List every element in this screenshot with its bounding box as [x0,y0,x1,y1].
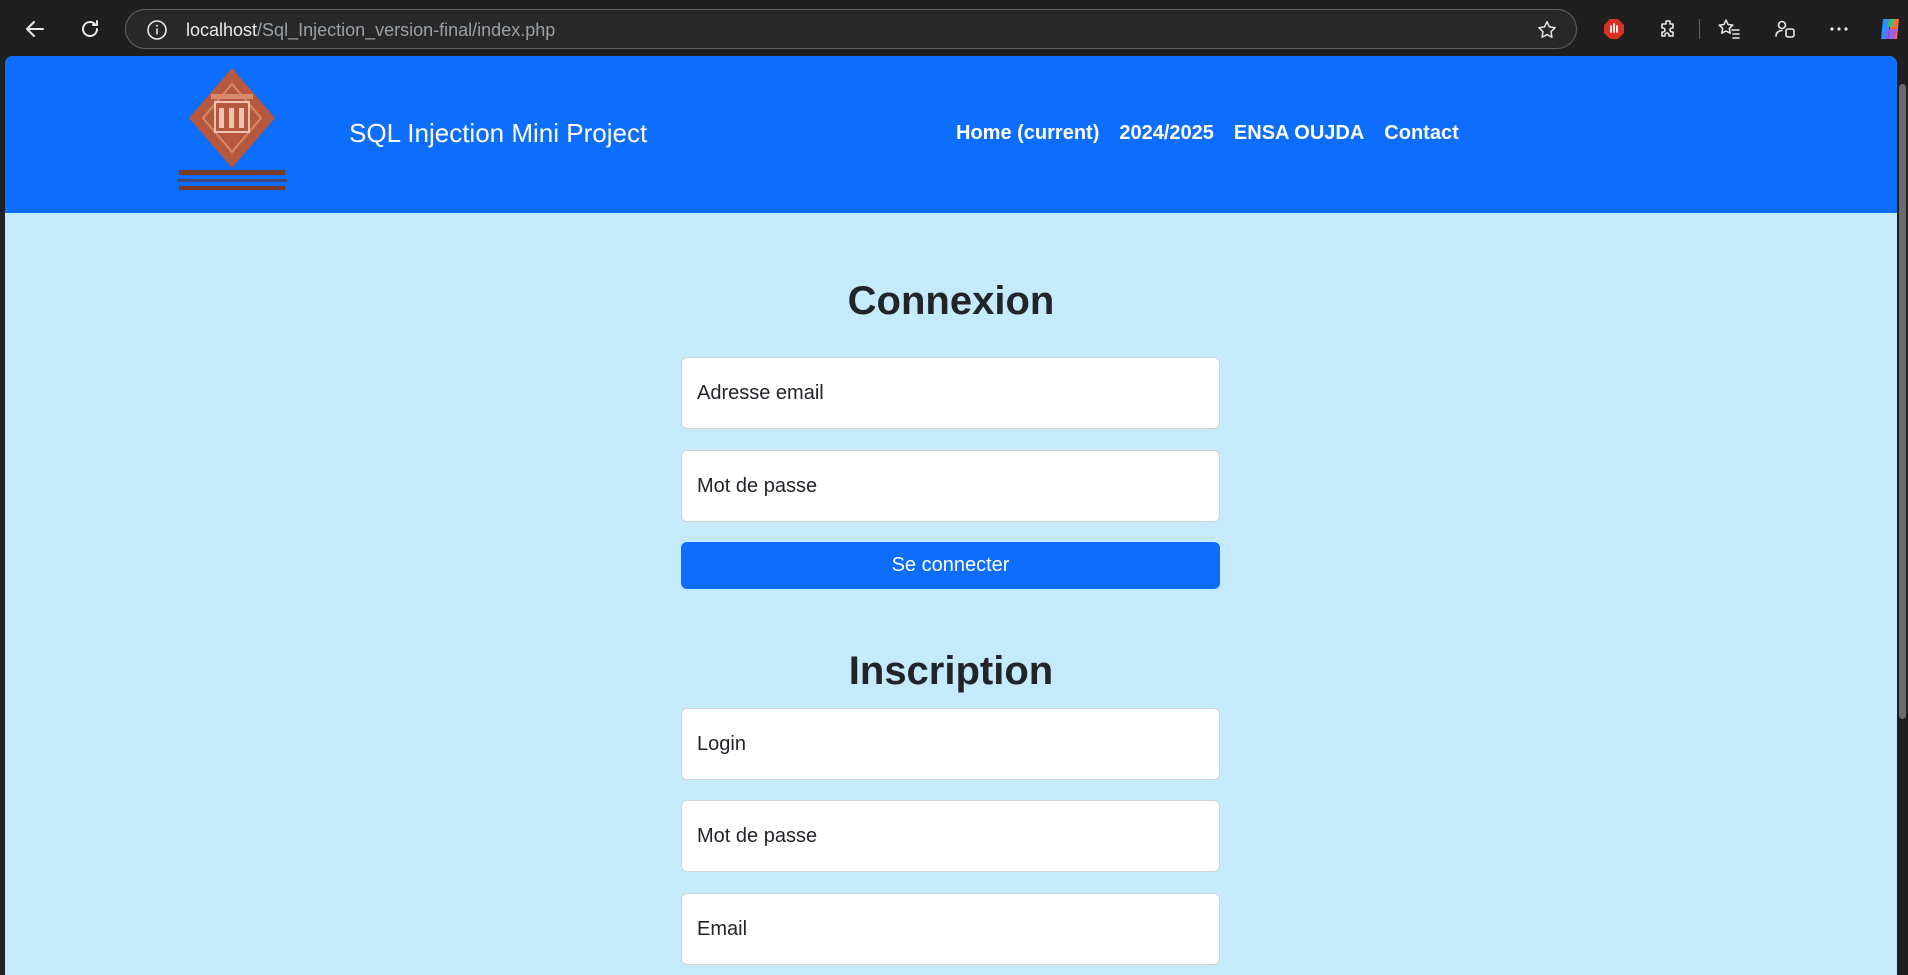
profile-icon [1775,20,1795,38]
login-submit-button[interactable]: Se connecter [681,542,1220,589]
nav-link-contact[interactable]: Contact [1384,122,1458,145]
nav-link-year[interactable]: 2024/2025 [1119,122,1214,145]
adblock-button[interactable] [1595,10,1633,48]
university-logo [177,68,287,190]
profile-button[interactable] [1766,10,1804,48]
register-email-input[interactable] [681,893,1220,965]
extensions-button[interactable] [1650,10,1688,48]
url-host: localhost [186,20,258,40]
copilot-icon [1881,19,1899,39]
nav-link-home[interactable]: Home (current) [956,122,1099,145]
navbar-brand[interactable]: SQL Injection Mini Project [349,118,647,149]
register-login-input[interactable] [681,708,1220,780]
browser-toolbar: localhost/Sql_Injection_version-final/in… [0,0,1908,56]
star-icon[interactable] [1536,19,1558,41]
register-password-input[interactable] [681,800,1220,872]
register-title: Inscription [848,649,1054,693]
nav-link-ensa[interactable]: ENSA OUJDA [1234,122,1364,145]
adblock-icon [1604,19,1624,39]
url-text: localhost/Sql_Injection_version-final/in… [186,20,555,41]
reload-icon [82,20,98,37]
address-bar[interactable]: localhost/Sql_Injection_version-final/in… [125,9,1577,49]
reload-button[interactable] [71,10,109,48]
url-path: /Sql_Injection_version-final/index.php [257,20,556,40]
scrollbar-thumb[interactable] [1899,84,1906,719]
info-icon[interactable] [146,19,168,41]
nav-links: Home (current) 2024/2025 ENSA OUJDA Cont… [956,122,1479,145]
login-title: Connexion [847,279,1055,323]
page-viewport: SQL Injection Mini Project Home (current… [5,56,1897,975]
more-button[interactable] [1820,10,1858,48]
more-icon [1830,27,1848,31]
favorites-icon [1718,19,1740,39]
page-scrollbar[interactable] [1897,56,1908,975]
back-icon [26,21,44,37]
navbar: SQL Injection Mini Project Home (current… [5,56,1897,213]
login-password-input[interactable] [681,450,1220,522]
toolbar-separator [1699,19,1700,39]
back-button[interactable] [16,10,54,48]
favorites-button[interactable] [1710,10,1748,48]
login-email-input[interactable] [681,357,1220,429]
copilot-button[interactable] [1874,10,1908,48]
extensions-icon [1661,20,1674,37]
